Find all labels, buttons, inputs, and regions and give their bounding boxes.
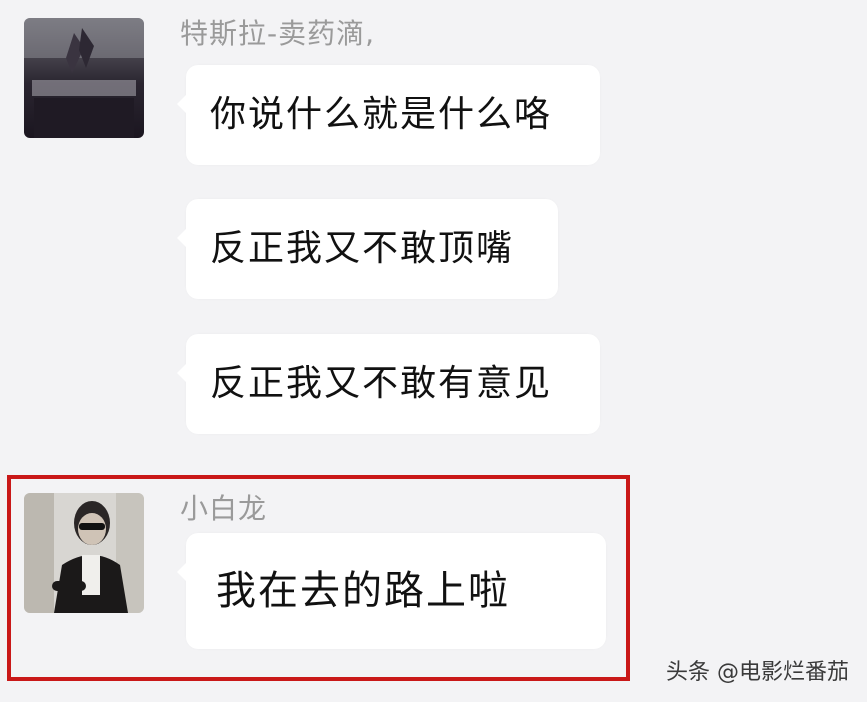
chat-view: 特斯拉-卖药滴, 你说什么就是什么咯 反正我又不敢顶嘴 反正我又不敢有意见 小白… xyxy=(0,0,867,702)
watermark: 头条 @电影烂番茄 xyxy=(666,660,849,685)
message-text: 你说什么就是什么咯 xyxy=(210,94,553,135)
dark-room-photo-avatar-icon xyxy=(24,18,144,138)
message-bubble[interactable]: 反正我又不敢有意见 xyxy=(177,334,600,434)
highlight-box xyxy=(7,475,630,681)
message-text: 反正我又不敢有意见 xyxy=(210,363,553,404)
sender-name: 特斯拉-卖药滴, xyxy=(180,17,376,50)
message-bubble[interactable]: 反正我又不敢顶嘴 xyxy=(177,199,558,299)
message-text: 反正我又不敢顶嘴 xyxy=(210,228,515,269)
avatar-tesla[interactable] xyxy=(24,18,144,138)
message-bubble[interactable]: 你说什么就是什么咯 xyxy=(177,65,600,165)
